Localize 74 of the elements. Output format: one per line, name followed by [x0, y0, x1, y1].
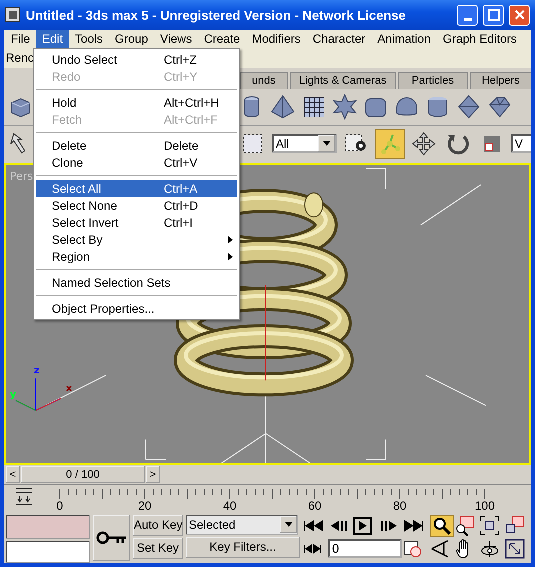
arc-rotate-icon[interactable] — [480, 538, 500, 559]
maximize-viewport-icon[interactable] — [505, 538, 525, 559]
search-icon — [433, 516, 451, 535]
star-icon[interactable] — [332, 94, 358, 120]
submenu-arrow-icon — [228, 252, 233, 260]
menu-item[interactable]: Graph Editors — [436, 30, 524, 48]
menu-item[interactable]: Tools — [69, 30, 110, 48]
tab[interactable]: Particles — [398, 72, 468, 90]
close-button[interactable] — [509, 4, 530, 26]
menu-item[interactable]: Delete Delete — [36, 137, 237, 154]
prompt-field[interactable] — [6, 540, 90, 563]
key-mode-toggle-icon[interactable] — [303, 542, 323, 555]
menu-item[interactable]: Create — [198, 30, 246, 48]
caret-icon — [322, 141, 330, 146]
maximize-icon — [488, 9, 500, 21]
zoom-all-icon[interactable] — [455, 516, 475, 536]
maximize-button[interactable] — [483, 4, 504, 26]
move-icon — [412, 132, 436, 156]
menu-item[interactable]: Group — [109, 30, 154, 48]
menu-item[interactable]: Animation — [372, 30, 437, 48]
tab[interactable]: Lights & Cameras — [290, 72, 396, 90]
timeline-label: 0 — [56, 498, 64, 513]
menu-item[interactable]: Views — [154, 30, 198, 48]
selection-filter-dropdown[interactable]: All — [272, 134, 337, 154]
menu-item[interactable]: Object Properties... — [36, 300, 237, 317]
menu-item[interactable]: Edit — [36, 30, 70, 48]
zoom-extents-icon[interactable] — [480, 516, 500, 536]
previous-frame-button[interactable]: < — [6, 466, 20, 484]
menu-item[interactable]: Select None Ctrl+D — [36, 197, 237, 214]
menu-item[interactable]: File — [5, 30, 36, 48]
set-key-mode-button[interactable] — [93, 514, 130, 561]
next-frame-button[interactable]: > — [146, 466, 160, 484]
menu-item[interactable]: Select All Ctrl+A — [36, 180, 237, 197]
time-slider[interactable]: 0 / 100 — [21, 466, 145, 484]
go-to-end-icon[interactable] — [403, 518, 425, 533]
menu-item[interactable]: Named Selection Sets — [36, 274, 237, 291]
time-configuration-icon[interactable] — [403, 540, 423, 558]
menu-item[interactable]: Hold Alt+Ctrl+H — [36, 94, 237, 111]
tab[interactable]: unds — [240, 72, 288, 90]
caret-icon — [284, 522, 292, 528]
menu-item[interactable]: Character — [306, 30, 372, 48]
key-mode-dropdown[interactable]: Selected — [186, 514, 298, 535]
menu-item[interactable]: Region — [36, 248, 237, 265]
set-key-button[interactable]: Set Key — [133, 538, 183, 559]
cone-icon[interactable] — [456, 94, 482, 120]
timeline-label: 80 — [393, 498, 407, 513]
app-icon — [5, 7, 21, 23]
close-icon — [514, 9, 526, 21]
timeline-label: 60 — [308, 498, 322, 513]
key-filters-button[interactable]: Key Filters... — [186, 536, 300, 558]
field-of-view-icon[interactable] — [430, 538, 450, 559]
go-to-start-icon[interactable] — [303, 518, 325, 533]
window-title: Untitled - 3ds max 5 - Unregistered Version - Network License — [26, 8, 407, 22]
menu-item[interactable]: Renc — [5, 49, 36, 68]
zoom-button[interactable] — [430, 514, 454, 537]
auto-key-button[interactable]: Auto Key — [133, 514, 183, 536]
minimize-button[interactable] — [457, 4, 478, 26]
zoom-extents-all-icon[interactable] — [505, 516, 525, 536]
menu-item[interactable]: Select By — [36, 231, 237, 248]
timeline-label: 100 — [474, 498, 496, 513]
pyramid-icon[interactable] — [270, 94, 296, 120]
menu-item[interactable]: Modifiers — [246, 30, 307, 48]
timeline-label: 40 — [223, 498, 237, 513]
minimize-icon — [464, 18, 472, 20]
menu-item[interactable]: Select Invert Ctrl+I — [36, 214, 237, 231]
tab[interactable]: Helpers — [470, 72, 531, 90]
play-icon[interactable] — [353, 516, 373, 535]
dotted-square-icon — [242, 132, 264, 155]
menu-item[interactable]: Undo Select Ctrl+Z — [36, 51, 237, 68]
frame-field[interactable]: 0 — [328, 539, 402, 558]
key-icon — [96, 530, 128, 545]
reference-dropdown[interactable]: V — [511, 134, 531, 154]
submenu-arrow-icon — [228, 236, 233, 244]
timeline-label: 20 — [138, 498, 152, 513]
